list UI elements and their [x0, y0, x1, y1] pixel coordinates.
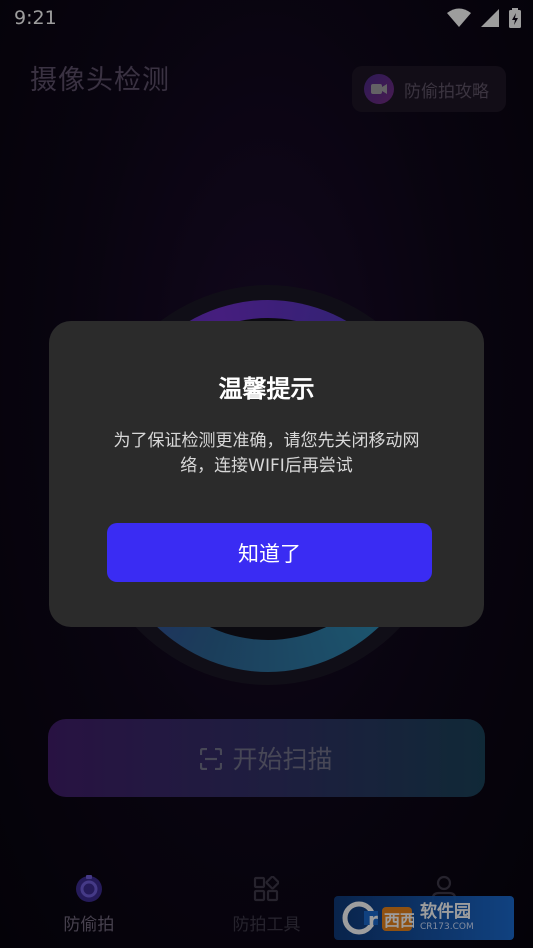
- tip-dialog: 温馨提示 为了保证检测更准确，请您先关闭移动网络，连接WIFI后再尝试 知道了: [49, 321, 484, 627]
- dialog-message: 为了保证检测更准确，请您先关闭移动网络，连接WIFI后再尝试: [113, 431, 420, 476]
- app-screen: 9:21 摄像头检测 防偷拍攻略 开始扫描 防偷拍 防拍工具 r 西西 软件园 …: [0, 0, 533, 948]
- got-it-button[interactable]: 知道了: [107, 523, 432, 582]
- dialog-title: 温馨提示: [218, 375, 315, 403]
